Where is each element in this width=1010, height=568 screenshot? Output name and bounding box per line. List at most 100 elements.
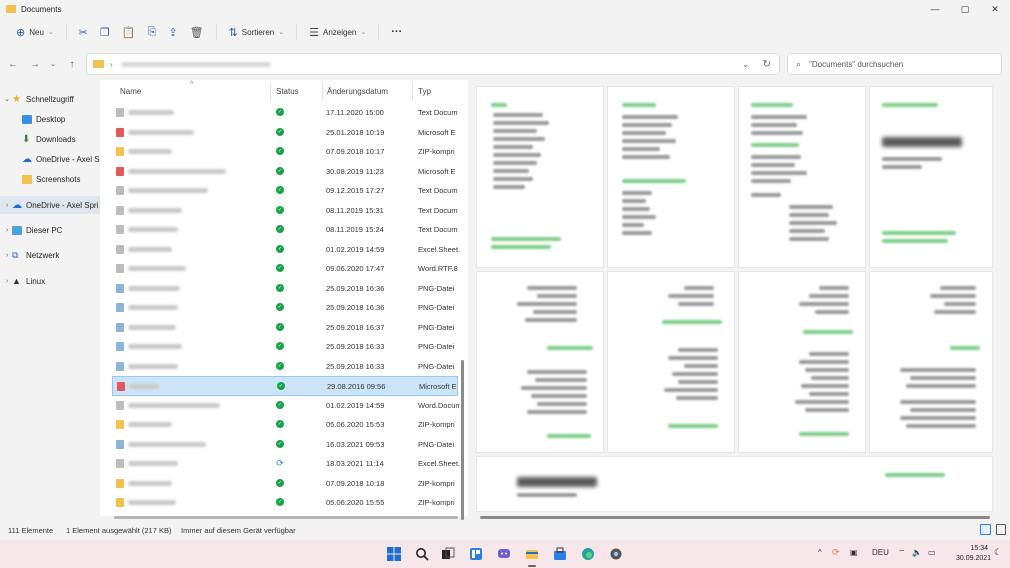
expand-chevron-icon[interactable]: › xyxy=(2,278,12,285)
file-type: Excel.Sheet. xyxy=(418,244,460,254)
expand-chevron-icon[interactable]: › xyxy=(2,252,12,259)
maximize-button[interactable]: ▢ xyxy=(950,0,980,18)
column-header-status[interactable]: Status xyxy=(276,87,299,96)
file-date: 08.11.2019 15:24 xyxy=(326,225,384,234)
file-icon xyxy=(116,459,124,468)
refresh-icon[interactable]: ↻ xyxy=(763,59,771,70)
file-row[interactable]: ✓ 30.08.2019 11:23 Microsoft E xyxy=(112,162,458,182)
nav-item-quick-access[interactable]: ⌄ ★ Schnellzugriff xyxy=(0,90,100,108)
file-row[interactable]: ✓ 25.01.2018 10:19 Microsoft E xyxy=(112,123,458,143)
cut-button[interactable]: ✂ xyxy=(73,22,94,42)
wifi-icon[interactable]: ⌔ xyxy=(898,548,906,558)
file-type: PNG-Datei xyxy=(418,283,455,293)
expand-chevron-icon[interactable]: › xyxy=(2,227,12,234)
task-view-icon[interactable] xyxy=(438,544,458,564)
chat-icon[interactable] xyxy=(494,544,514,564)
sort-button[interactable]: ⇅ Sortieren ⌄ xyxy=(223,22,291,42)
breadcrumb-chevron-icon: › xyxy=(110,59,113,69)
file-row[interactable]: ✓ 05.06.2020 15:53 ZIP-kompri xyxy=(112,415,458,435)
store-icon[interactable] xyxy=(550,544,570,564)
file-row[interactable]: ✓ 01.02.2019 14:59 Excel.Sheet. xyxy=(112,240,460,260)
file-row[interactable]: ✓ 25.09.2018 16:37 PNG-Datei xyxy=(112,318,458,338)
notification-icon[interactable]: ☾ xyxy=(994,547,1002,558)
up-arrow-icon[interactable]: ↑ xyxy=(63,59,81,70)
file-row[interactable]: ✓ 25.09.2018 16:36 PNG-Datei xyxy=(112,298,458,318)
back-arrow-icon[interactable]: ← xyxy=(4,59,22,70)
file-row[interactable]: ✓ 09.12.2015 17:27 Text Docum xyxy=(112,181,458,201)
more-button[interactable]: ··· xyxy=(385,22,408,42)
column-header-type[interactable]: Typ xyxy=(418,87,431,96)
recent-chevron-icon[interactable]: ⌄ xyxy=(44,60,62,68)
search-box[interactable]: ⌕ "Documents" durchsuchen xyxy=(787,53,1002,75)
address-row: ← → ⌄ ↑ › ⌄ ↻ ⌕ "Documents" durchsuchen xyxy=(0,50,1010,78)
new-button[interactable]: ⊕ Neu ⌄ xyxy=(10,22,60,42)
nav-item-downloads[interactable]: ⬇ Downloads xyxy=(0,130,100,148)
file-row[interactable]: ✓ 05.06.2020 15:55 ZIP-kompri xyxy=(112,493,458,513)
minimize-button[interactable]: — xyxy=(920,0,950,18)
column-header-date[interactable]: Änderungsdatum xyxy=(327,87,388,96)
expand-chevron-icon[interactable]: ⌄ xyxy=(2,95,12,103)
available-status-icon: ✓ xyxy=(276,303,284,311)
file-icon xyxy=(116,322,124,332)
details-view-icon[interactable] xyxy=(980,524,991,535)
file-row[interactable]: ✓ 07.09.2018 10:18 ZIP-kompri xyxy=(112,474,458,494)
file-row[interactable]: ✓ 08.11.2019 15:24 Text Docum xyxy=(112,220,458,240)
horizontal-scrollbar[interactable] xyxy=(114,516,458,519)
chevron-up-icon[interactable]: ^ xyxy=(818,548,822,557)
start-button[interactable] xyxy=(384,544,404,564)
nav-item-desktop[interactable]: Desktop xyxy=(0,110,100,128)
language-indicator[interactable]: DEU xyxy=(872,548,889,557)
rename-button[interactable]: ⎘ xyxy=(142,22,163,42)
forward-arrow-icon[interactable]: → xyxy=(26,59,44,70)
tray-app-icon[interactable]: ▣ xyxy=(850,548,858,557)
tiles-view-icon[interactable] xyxy=(996,524,1006,535)
search-icon[interactable] xyxy=(412,544,432,564)
volume-icon[interactable]: 🔈 xyxy=(912,548,922,557)
delete-button[interactable]: 🗑 xyxy=(184,22,210,42)
file-name xyxy=(129,384,159,389)
nav-item-linux[interactable]: › ▲ Linux xyxy=(0,272,100,290)
settings-icon[interactable] xyxy=(606,544,626,564)
share-button[interactable]: ⇪ xyxy=(162,22,183,42)
file-row[interactable]: ✓ 25.09.2018 16:33 PNG-Datei xyxy=(112,357,458,377)
address-bar[interactable]: › ⌄ ↻ xyxy=(86,53,780,75)
nav-item-network[interactable]: › ⧉ Netzwerk xyxy=(0,246,100,264)
preview-scrollbar[interactable] xyxy=(480,516,990,519)
copy-button[interactable]: ❐ xyxy=(94,22,116,42)
vertical-scrollbar[interactable] xyxy=(461,360,464,520)
available-status-icon: ✓ xyxy=(276,264,284,272)
close-button[interactable]: ✕ xyxy=(980,0,1010,18)
clock[interactable]: 15:34 30.09.2021 xyxy=(956,544,991,564)
nav-item-onedrive-pinned[interactable]: ☁ OneDrive - Axel Sp xyxy=(0,150,100,168)
file-row[interactable]: ⟳ 18.03.2021 11:14 Excel.Sheet. xyxy=(112,454,460,474)
nav-item-this-pc[interactable]: › Dieser PC xyxy=(0,221,100,239)
battery-icon[interactable]: ▭ xyxy=(928,548,936,557)
view-button[interactable]: ☰ Anzeigen ⌄ xyxy=(303,22,372,42)
file-date: 25.09.2018 16:36 xyxy=(326,303,385,312)
paste-button[interactable]: 📋 xyxy=(116,22,142,42)
file-row[interactable]: ✓ 08.11.2019 15:31 Text Docum xyxy=(112,201,458,221)
file-date: 25.01.2018 10:19 xyxy=(326,127,385,137)
update-icon[interactable]: ⟳ xyxy=(832,547,840,558)
column-divider[interactable] xyxy=(270,82,271,100)
file-icon xyxy=(116,283,124,293)
nav-item-screenshots[interactable]: Screenshots xyxy=(0,170,100,188)
file-row[interactable]: ✓ 16.03.2021 09:53 PNG-Datei xyxy=(112,435,458,455)
file-row[interactable]: ✓ 29.08.2016 09:56 Microsoft E xyxy=(112,376,458,396)
file-explorer-icon[interactable] xyxy=(522,544,542,567)
file-row[interactable]: ✓ 09.06.2020 17:47 Word.RTF.8 xyxy=(112,259,458,279)
expand-chevron-icon[interactable]: › xyxy=(2,202,12,209)
file-row[interactable]: ✓ 01.02.2019 14:59 Word.Docum xyxy=(112,396,460,416)
file-row[interactable]: ✓ 25.09.2018 16:36 PNG-Datei xyxy=(112,279,458,299)
edge-icon[interactable] xyxy=(578,544,598,564)
file-row[interactable]: ✓ 25.09.2018 16:33 PNG-Datei xyxy=(112,337,458,357)
column-divider[interactable] xyxy=(412,82,413,100)
column-header-row: ^ Name Status Änderungsdatum Typ xyxy=(100,80,468,102)
file-row[interactable]: ✓ 17.11.2020 15:00 Text Docum xyxy=(112,103,458,123)
file-row[interactable]: ✓ 07.09.2018 10:17 ZIP-kompri xyxy=(112,142,458,162)
column-divider[interactable] xyxy=(322,82,323,100)
widgets-icon[interactable] xyxy=(466,544,486,564)
address-dropdown-icon[interactable]: ⌄ xyxy=(742,60,749,69)
column-header-name[interactable]: Name xyxy=(120,87,141,96)
nav-item-onedrive[interactable]: › ☁ OneDrive - Axel Spri xyxy=(0,196,100,214)
